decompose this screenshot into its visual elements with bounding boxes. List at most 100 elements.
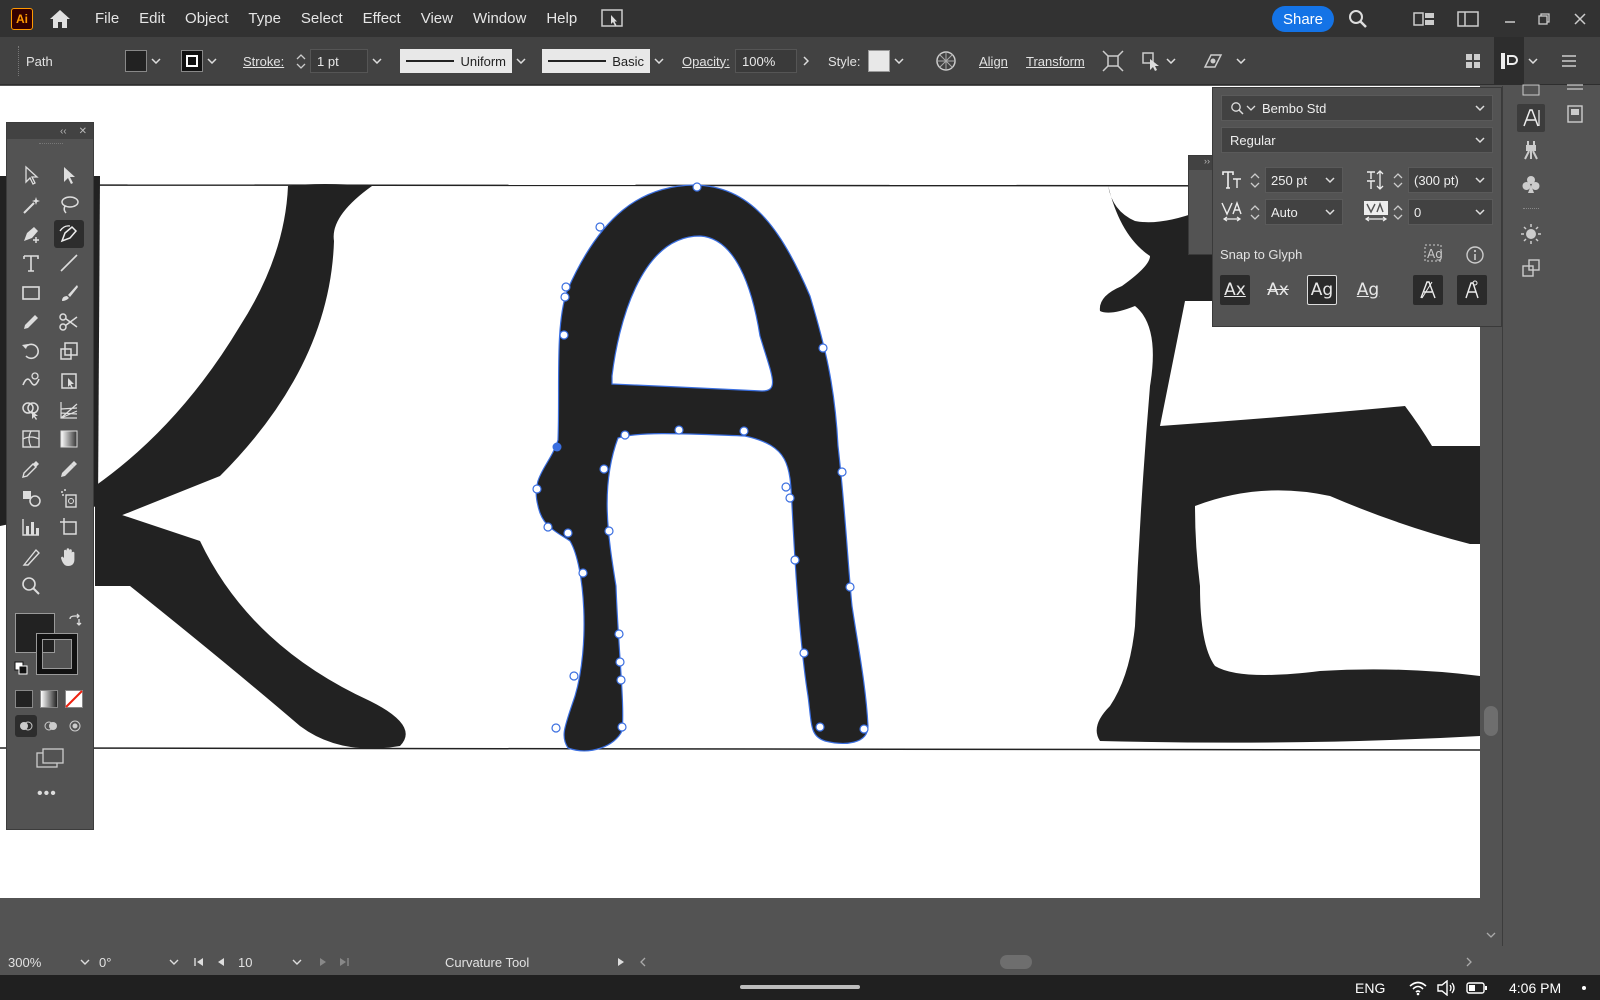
mesh-tool[interactable] xyxy=(16,425,46,453)
menu-select[interactable]: Select xyxy=(291,0,353,37)
free-transform-tool[interactable] xyxy=(54,367,84,395)
arrange-documents-button[interactable] xyxy=(599,6,625,32)
control-bar-grip[interactable] xyxy=(18,46,22,76)
isolate-group-icon[interactable] xyxy=(1102,50,1124,72)
none-mode-icon[interactable] xyxy=(65,690,83,708)
volume-button[interactable] xyxy=(1436,975,1456,1000)
first-artboard-button[interactable] xyxy=(193,951,205,973)
stroke-weight-dropdown[interactable] xyxy=(368,58,386,64)
blend-tool[interactable] xyxy=(16,484,46,512)
stroke-weight-input[interactable]: 1 pt xyxy=(310,49,368,73)
wifi-button[interactable] xyxy=(1408,975,1428,1000)
opacity-input[interactable]: 100% xyxy=(735,49,797,73)
collapsed-panel-group[interactable]: ›› xyxy=(1188,155,1214,255)
kerning-input[interactable]: Auto xyxy=(1265,199,1343,225)
brush-definition-dropdown[interactable] xyxy=(650,58,668,64)
battery-button[interactable] xyxy=(1466,975,1488,1000)
pen-tool[interactable] xyxy=(16,220,46,248)
arrange-panels-icon[interactable] xyxy=(1499,51,1519,71)
shape-builder-tool[interactable] xyxy=(16,396,46,424)
hand-tool[interactable] xyxy=(54,543,84,571)
tracking-input[interactable]: 0 xyxy=(1408,199,1493,225)
warp-tool[interactable] xyxy=(16,367,46,395)
color-mode-button[interactable] xyxy=(15,690,33,708)
snap-angular-guides-button[interactable] xyxy=(1413,275,1443,305)
panel-menu-icon[interactable] xyxy=(1560,54,1578,68)
menu-file[interactable]: File xyxy=(85,0,129,37)
info-icon[interactable] xyxy=(1465,245,1485,265)
menu-effect[interactable]: Effect xyxy=(353,0,411,37)
snap-options-icon[interactable]: Ag xyxy=(1423,243,1445,265)
workspace-switcher-button[interactable] xyxy=(1412,7,1436,31)
scroll-left-button[interactable] xyxy=(640,951,646,973)
scale-tool[interactable] xyxy=(54,337,84,365)
menu-edit[interactable]: Edit xyxy=(129,0,175,37)
zoom-level-select[interactable]: 300% xyxy=(8,951,90,973)
taskbar-handle[interactable] xyxy=(740,985,860,989)
restore-button[interactable] xyxy=(1532,7,1556,31)
recolor-artwork-icon[interactable] xyxy=(935,50,957,72)
dock-brushes-button[interactable] xyxy=(1517,136,1545,164)
artboard-tool[interactable] xyxy=(54,513,84,541)
snap-proximity-guides-button[interactable]: Ag xyxy=(1353,275,1383,305)
paintbrush-tool[interactable] xyxy=(54,279,84,307)
next-artboard-button[interactable] xyxy=(318,951,328,973)
snap-x-height-button[interactable]: Ax xyxy=(1263,275,1293,305)
arrange-panels-dropdown[interactable] xyxy=(1524,58,1542,64)
draw-normal-button[interactable] xyxy=(15,715,37,737)
line-segment-tool[interactable] xyxy=(54,249,84,277)
menu-type[interactable]: Type xyxy=(238,0,291,37)
leading-input[interactable]: (300 pt) xyxy=(1408,167,1493,193)
font-size-stepper[interactable] xyxy=(1248,168,1262,192)
previous-artboard-button[interactable] xyxy=(216,951,226,973)
dock-properties-button[interactable] xyxy=(1517,76,1545,104)
tools-panel-grip[interactable] xyxy=(39,143,63,145)
last-artboard-button[interactable] xyxy=(338,951,350,973)
expand-panel-icon[interactable]: ›› xyxy=(1189,156,1213,170)
snap-glyph-bounds-button[interactable]: Ag xyxy=(1307,275,1337,305)
dock-transform-button[interactable] xyxy=(1517,254,1545,282)
variable-width-profile-select[interactable]: Uniform xyxy=(400,49,512,73)
menu-object[interactable]: Object xyxy=(175,0,238,37)
stroke-color-dropdown[interactable] xyxy=(203,58,221,64)
rotate-tool[interactable] xyxy=(16,337,46,365)
brush-definition-select[interactable]: Basic xyxy=(542,49,650,73)
puppet-warp-icon[interactable] xyxy=(1202,50,1224,72)
column-graph-tool[interactable] xyxy=(16,513,46,541)
puppet-warp-dropdown[interactable] xyxy=(1232,58,1250,64)
share-button[interactable]: Share xyxy=(1272,6,1334,32)
stroke-color-box[interactable] xyxy=(36,633,78,675)
graphic-style-swatch[interactable] xyxy=(868,50,890,72)
swap-fill-stroke-icon[interactable] xyxy=(67,613,83,629)
kerning-stepper[interactable] xyxy=(1248,200,1262,224)
default-fill-stroke-icon[interactable] xyxy=(14,661,28,675)
dock-appearance-button[interactable] xyxy=(1517,220,1545,248)
type-tool[interactable] xyxy=(16,249,46,277)
dock-symbols-button[interactable] xyxy=(1517,170,1545,198)
horizontal-scrollbar-thumb[interactable] xyxy=(1000,955,1032,969)
transform-panel-link[interactable]: Transform xyxy=(1026,54,1085,69)
tracking-stepper[interactable] xyxy=(1391,200,1405,224)
menu-view[interactable]: View xyxy=(411,0,463,37)
dock-layers-button[interactable] xyxy=(1561,72,1589,100)
fill-dropdown[interactable] xyxy=(147,58,165,64)
graphic-style-dropdown[interactable] xyxy=(890,58,908,64)
notification-dot[interactable] xyxy=(1582,975,1586,1000)
dock-libraries-button[interactable] xyxy=(1561,100,1589,128)
gradient-mode-button[interactable] xyxy=(40,690,58,708)
stroke-swatch[interactable] xyxy=(181,50,203,72)
zoom-tool[interactable] xyxy=(16,572,46,600)
magic-wand-tool[interactable] xyxy=(16,191,46,219)
stroke-weight-stepper[interactable] xyxy=(292,49,310,73)
font-style-select[interactable]: Regular xyxy=(1221,127,1493,153)
opacity-slider-toggle[interactable] xyxy=(797,56,815,66)
eyedropper-tool[interactable] xyxy=(16,455,46,483)
draw-inside-icon[interactable] xyxy=(67,718,83,734)
pencil-tool[interactable] xyxy=(16,308,46,336)
slice-tool[interactable] xyxy=(16,543,46,571)
snap-baseline-button[interactable]: Ax xyxy=(1220,275,1250,305)
lasso-tool[interactable] xyxy=(54,191,84,219)
rotate-view-select[interactable]: 0° xyxy=(99,951,179,973)
curvature-tool[interactable] xyxy=(54,220,84,248)
collapse-panel-icon[interactable]: ‹‹ xyxy=(60,126,67,137)
